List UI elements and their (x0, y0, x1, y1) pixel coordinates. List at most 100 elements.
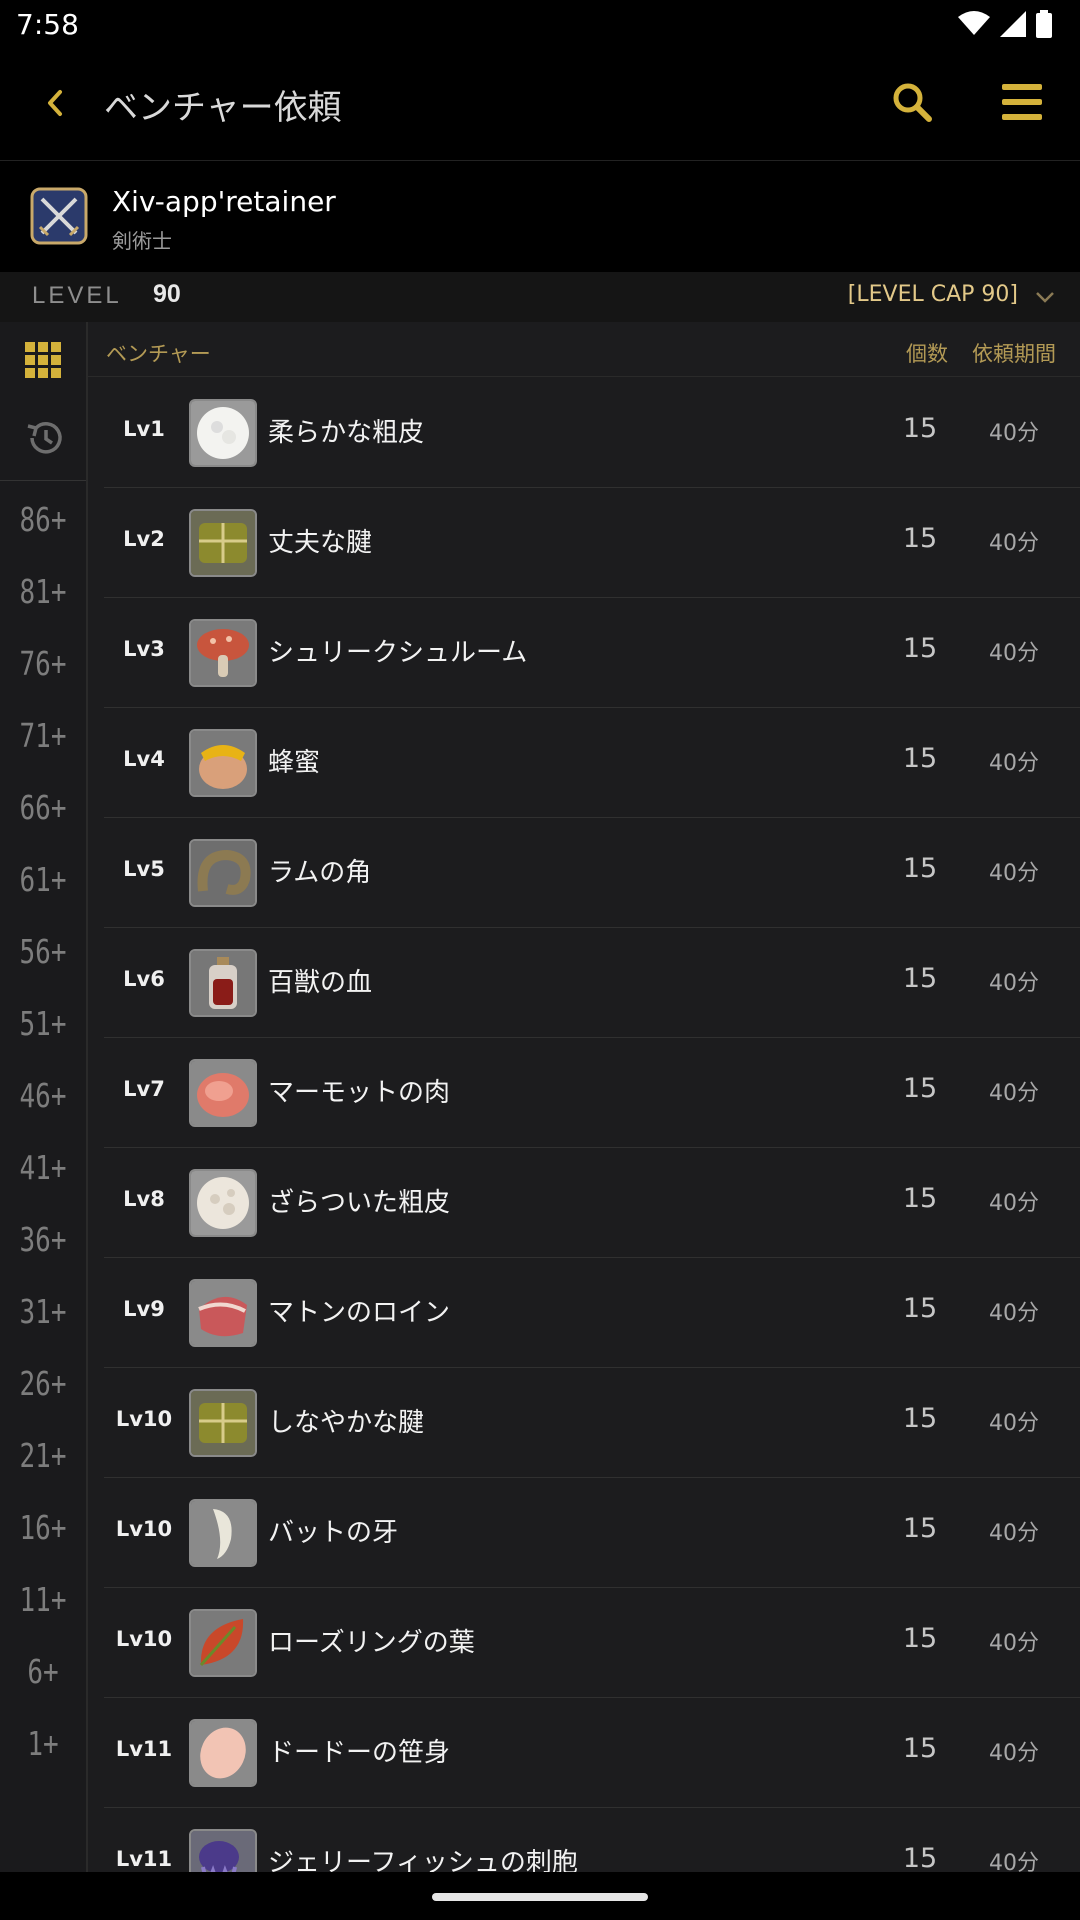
venture-duration: 40分 (989, 971, 1039, 996)
venture-duration: 40分 (989, 751, 1039, 776)
sidebar-level-36[interactable]: 36+ (0, 1222, 86, 1260)
venture-duration: 40分 (989, 421, 1039, 446)
sidebar-level-11[interactable]: 11+ (0, 1582, 86, 1620)
home-gesture-handle[interactable] (432, 1893, 648, 1901)
sidebar-level-71[interactable]: 71+ (0, 718, 86, 756)
sinew-bundle-icon (189, 509, 257, 577)
venture-row[interactable]: Lv10 しなやかな腱 15 40分 (104, 1367, 1080, 1478)
sidebar-level-61[interactable]: 61+ (0, 862, 86, 900)
venture-row[interactable]: Lv7 マーモットの肉 15 40分 (104, 1037, 1080, 1148)
rough-hide-icon (189, 1169, 257, 1237)
wifi-icon (958, 11, 990, 35)
venture-item-name: しなやかな腱 (268, 1408, 425, 1438)
venture-count: 15 (902, 1183, 938, 1214)
system-nav-bar (0, 1872, 1080, 1920)
sidebar-level-21[interactable]: 21+ (0, 1438, 86, 1476)
venture-row[interactable]: Lv6 百獣の血 15 40分 (104, 927, 1080, 1038)
search-icon[interactable] (888, 78, 938, 128)
sidebar-level-56[interactable]: 56+ (0, 934, 86, 972)
history-icon[interactable] (24, 418, 64, 458)
venture-count: 15 (902, 1073, 938, 1104)
venture-level: Lv11 (115, 1737, 173, 1761)
venture-row[interactable]: Lv2 丈夫な腱 15 40分 (104, 487, 1080, 598)
signal-icon (1000, 11, 1026, 37)
sidebar-level-86[interactable]: 86+ (0, 502, 86, 540)
retainer-name: Xiv-app'retainer (112, 185, 336, 218)
venture-item-name: ラムの角 (268, 858, 372, 888)
level-label: LEVEL (32, 282, 122, 309)
venture-level: Lv5 (123, 857, 165, 881)
venture-level: Lv10 (115, 1627, 173, 1651)
venture-level: Lv9 (123, 1297, 165, 1321)
venture-level: Lv11 (115, 1847, 173, 1871)
venture-row[interactable]: Lv5 ラムの角 15 40分 (104, 817, 1080, 928)
venture-item-name: ローズリングの葉 (268, 1628, 475, 1658)
column-duration: 依頼期間 (972, 342, 1056, 366)
venture-count: 15 (902, 743, 938, 774)
venture-item-name: ドードーの笹身 (268, 1738, 451, 1768)
level-bar: LEVEL 90 [LEVEL CAP 90] (0, 272, 1080, 322)
gladiator-job-icon (30, 187, 88, 245)
battery-icon (1036, 10, 1052, 38)
sidebar-level-51[interactable]: 51+ (0, 1006, 86, 1044)
loin-icon (189, 1279, 257, 1347)
sidebar-divider (0, 480, 86, 481)
venture-list-header: ベンチャー 個数 依頼期間 (88, 322, 1080, 377)
app-bar: ベンチャー依頼 (0, 50, 1080, 161)
venture-level: Lv2 (123, 527, 165, 551)
level-cap-selector[interactable]: [LEVEL CAP 90] (848, 282, 1018, 307)
meat-icon (189, 1059, 257, 1127)
sidebar-level-16[interactable]: 16+ (0, 1510, 86, 1548)
grid-icon[interactable] (23, 340, 63, 380)
chevron-down-icon[interactable] (1034, 286, 1056, 308)
venture-item-name: 丈夫な腱 (268, 528, 373, 558)
level-value: 90 (153, 280, 181, 308)
venture-row[interactable]: Lv10 バットの牙 15 40分 (104, 1477, 1080, 1588)
venture-level: Lv1 (123, 417, 165, 441)
venture-row[interactable]: Lv10 ローズリングの葉 15 40分 (104, 1587, 1080, 1698)
venture-duration: 40分 (989, 531, 1039, 556)
sidebar-level-26[interactable]: 26+ (0, 1366, 86, 1404)
venture-item-name: 百獣の血 (268, 968, 373, 998)
soft-hide-icon (189, 399, 257, 467)
venture-row[interactable]: Lv9 マトンのロイン 15 40分 (104, 1257, 1080, 1368)
sidebar-level-66[interactable]: 66+ (0, 790, 86, 828)
sidebar-level-1[interactable]: 1+ (0, 1726, 86, 1764)
venture-count: 15 (902, 1733, 938, 1764)
venture-level: Lv8 (123, 1187, 165, 1211)
page-title: ベンチャー依頼 (104, 88, 342, 128)
horn-icon (189, 839, 257, 907)
status-bar: 7:58 (0, 0, 1080, 50)
sidebar-level-31[interactable]: 31+ (0, 1294, 86, 1332)
sidebar-level-6[interactable]: 6+ (0, 1654, 86, 1692)
venture-duration: 40分 (989, 861, 1039, 886)
venture-duration: 40分 (989, 1631, 1039, 1656)
back-arrow-icon[interactable] (38, 78, 74, 128)
venture-row[interactable]: Lv4 蜂蜜 15 40分 (104, 707, 1080, 818)
venture-row[interactable]: Lv3 シュリークシュルーム 15 40分 (104, 597, 1080, 708)
venture-level: Lv3 (123, 637, 165, 661)
venture-row[interactable]: Lv1 柔らかな粗皮 15 40分 (104, 377, 1080, 488)
retainer-header[interactable]: Xiv-app'retainer 剣術士 (0, 161, 1080, 272)
sidebar-level-76[interactable]: 76+ (0, 646, 86, 684)
honey-icon (189, 729, 257, 797)
sidebar-level-41[interactable]: 41+ (0, 1150, 86, 1188)
venture-count: 15 (902, 523, 938, 554)
mushroom-icon (189, 619, 257, 687)
tenderloin-icon (189, 1719, 257, 1787)
venture-row[interactable]: Lv11 ドードーの笹身 15 40分 (104, 1697, 1080, 1808)
venture-level: Lv4 (123, 747, 165, 771)
sidebar-level-46[interactable]: 46+ (0, 1078, 86, 1116)
venture-count: 15 (902, 963, 938, 994)
venture-count: 15 (902, 853, 938, 884)
retainer-job: 剣術士 (112, 229, 172, 253)
venture-row[interactable]: Lv8 ざらついた粗皮 15 40分 (104, 1147, 1080, 1258)
venture-duration: 40分 (989, 1081, 1039, 1106)
menu-icon[interactable] (1000, 82, 1046, 122)
venture-count: 15 (902, 1403, 938, 1434)
venture-item-name: マトンのロイン (268, 1298, 451, 1328)
venture-count: 15 (902, 1623, 938, 1654)
sidebar-level-81[interactable]: 81+ (0, 574, 86, 612)
venture-level: Lv6 (123, 967, 165, 991)
venture-item-name: 柔らかな粗皮 (268, 418, 425, 448)
